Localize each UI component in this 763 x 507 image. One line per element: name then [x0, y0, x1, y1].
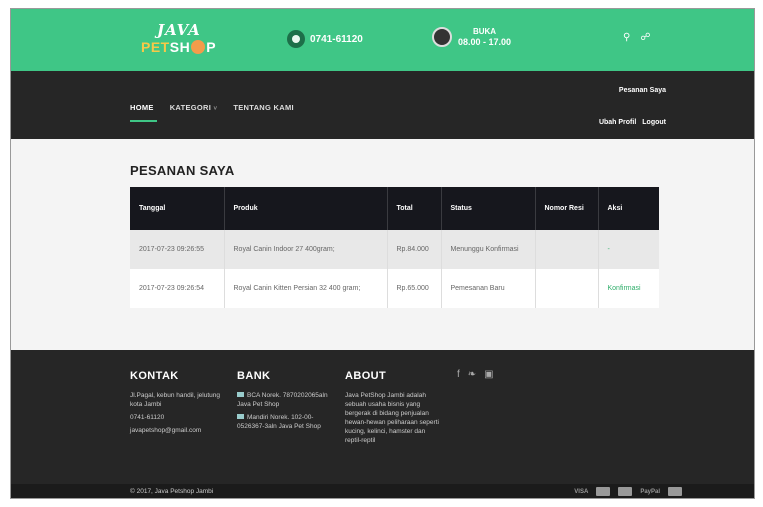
- nav-tentang-kami[interactable]: TENTANG KAMI: [233, 103, 294, 112]
- col-aksi: Aksi: [598, 187, 659, 230]
- cell-tanggal: 2017-07-23 09:26:54: [130, 269, 225, 308]
- bank-icon: [237, 414, 244, 419]
- nav-kategori[interactable]: KATEGORI ˅: [170, 103, 218, 112]
- col-nomor-resi: Nomor Resi: [535, 187, 599, 230]
- paypal-icon: PayPal: [640, 488, 660, 495]
- table-row: 2017-07-23 09:26:54 Royal Canin Kitten P…: [130, 269, 659, 308]
- ubah-profil-link[interactable]: Ubah Profil: [599, 119, 636, 126]
- social-links: f ❧ ▣: [457, 369, 494, 380]
- logo-p: P: [206, 39, 217, 55]
- kontak-address: Jl.Pagal, kebun handil, jelutung kota Ja…: [130, 392, 220, 408]
- cell-aksi: -: [598, 230, 659, 269]
- account-links: Ubah Profil Logout: [599, 119, 666, 126]
- bank-title: BANK: [237, 370, 271, 382]
- kontak-title: KONTAK: [130, 370, 179, 382]
- copyright: © 2017, Java Petshop Jambi: [130, 488, 214, 495]
- top-header: JAVA PETSH P 0741-61120 BUKA 08.00 - 17.0…: [11, 9, 754, 71]
- visa-icon: VISA: [574, 488, 589, 495]
- hours-value: 08.00 - 17.00: [458, 37, 512, 47]
- main-content: PESANAN SAYA Tanggal Produk Total Status…: [11, 139, 754, 350]
- bank-bca-text: BCA Norek. 7870202065aln Java Pet Shop: [237, 392, 328, 408]
- footer-kontak: KONTAK Jl.Pagal, kebun handil, jelutung …: [130, 370, 230, 439]
- logo-petshop: PETSH P: [141, 39, 216, 55]
- phone-number: 0741-61120: [310, 33, 363, 45]
- cell-total: Rp.84.000: [387, 230, 442, 269]
- navbar: HOME KATEGORI ˅ TENTANG KAMI Pesanan Say…: [11, 71, 754, 139]
- col-total: Total: [387, 187, 442, 230]
- nav-kategori-label: KATEGORI: [169, 103, 212, 112]
- about-title: ABOUT: [345, 370, 387, 382]
- page-title: PESANAN SAYA: [130, 163, 235, 178]
- pesanan-saya-link[interactable]: Pesanan Saya: [619, 87, 666, 94]
- cell-produk: Royal Canin Kitten Persian 32 400 gram;: [224, 269, 388, 308]
- about-text: Java PetShop Jambi adalah sebuah usaha b…: [345, 392, 439, 444]
- col-tanggal: Tanggal: [130, 187, 225, 230]
- opening-hours: BUKA 08.00 - 17.00: [432, 27, 511, 47]
- card-icon: [618, 487, 633, 496]
- footer-about: ABOUT Java PetShop Jambi adalah sebuah u…: [345, 370, 440, 449]
- cell-produk: Royal Canin Indoor 27 400gram;: [224, 230, 388, 269]
- footer: KONTAK Jl.Pagal, kebun handil, jelutung …: [11, 350, 754, 484]
- paw-icon: [191, 40, 206, 54]
- payment-methods: VISA PayPal: [574, 487, 682, 496]
- logo-pet: PET: [141, 39, 170, 55]
- bank-bca: BCA Norek. 7870202065aln Java Pet Shop: [237, 391, 337, 409]
- nav-home[interactable]: HOME: [130, 103, 157, 122]
- mastercard-icon: [596, 487, 611, 496]
- bank-mandiri: Mandiri Norek. 102-00-0526367-3aln Java …: [237, 413, 337, 431]
- phone-info: 0741-61120: [287, 30, 363, 48]
- table-row: 2017-07-23 09:26:55 Royal Canin Indoor 2…: [130, 230, 659, 269]
- facebook-icon[interactable]: f: [457, 369, 460, 380]
- kontak-email[interactable]: javapetshop@gmail.com: [130, 426, 230, 435]
- cell-resi: [535, 230, 599, 269]
- col-produk: Produk: [224, 187, 388, 230]
- col-status: Status: [441, 187, 536, 230]
- cell-resi: [535, 269, 599, 308]
- footer-bank: BANK BCA Norek. 7870202065aln Java Pet S…: [237, 370, 337, 435]
- discover-icon: [668, 487, 682, 496]
- cell-tanggal: 2017-07-23 09:26:55: [130, 230, 225, 269]
- cart-icon[interactable]: ☍: [640, 32, 650, 43]
- instagram-icon[interactable]: ▣: [484, 369, 493, 380]
- chevron-down-icon: ˅: [213, 106, 218, 112]
- logo-sh: SH: [169, 39, 191, 55]
- cell-total: Rp.65.000: [387, 269, 442, 308]
- hours-label: BUKA: [472, 27, 497, 36]
- kontak-phone: 0741-61120: [130, 414, 165, 421]
- twitter-icon[interactable]: ❧: [468, 369, 476, 380]
- header-icons: ⚲ ☍: [623, 32, 650, 43]
- logout-link[interactable]: Logout: [642, 119, 666, 126]
- cell-status: Menunggu Konfirmasi: [441, 230, 536, 269]
- search-icon[interactable]: ⚲: [623, 32, 630, 43]
- clock-icon: [432, 27, 452, 47]
- phone-icon: [287, 30, 305, 48]
- orders-table: Tanggal Produk Total Status Nomor Resi A…: [130, 187, 659, 308]
- logo[interactable]: JAVA PETSH P: [139, 21, 249, 61]
- bank-mandiri-text: Mandiri Norek. 102-00-0526367-3aln Java …: [237, 414, 321, 430]
- logo-java: JAVA: [157, 21, 201, 39]
- browser-page: JAVA PETSH P 0741-61120 BUKA 08.00 - 17.0…: [10, 8, 755, 499]
- bank-icon: [237, 392, 244, 397]
- bottom-bar: © 2017, Java Petshop Jambi VISA PayPal: [11, 484, 754, 498]
- konfirmasi-link[interactable]: Konfirmasi: [598, 269, 659, 308]
- table-header-row: Tanggal Produk Total Status Nomor Resi A…: [130, 187, 659, 230]
- main-nav: HOME KATEGORI ˅ TENTANG KAMI: [130, 103, 294, 122]
- cell-status: Pemesanan Baru: [441, 269, 536, 308]
